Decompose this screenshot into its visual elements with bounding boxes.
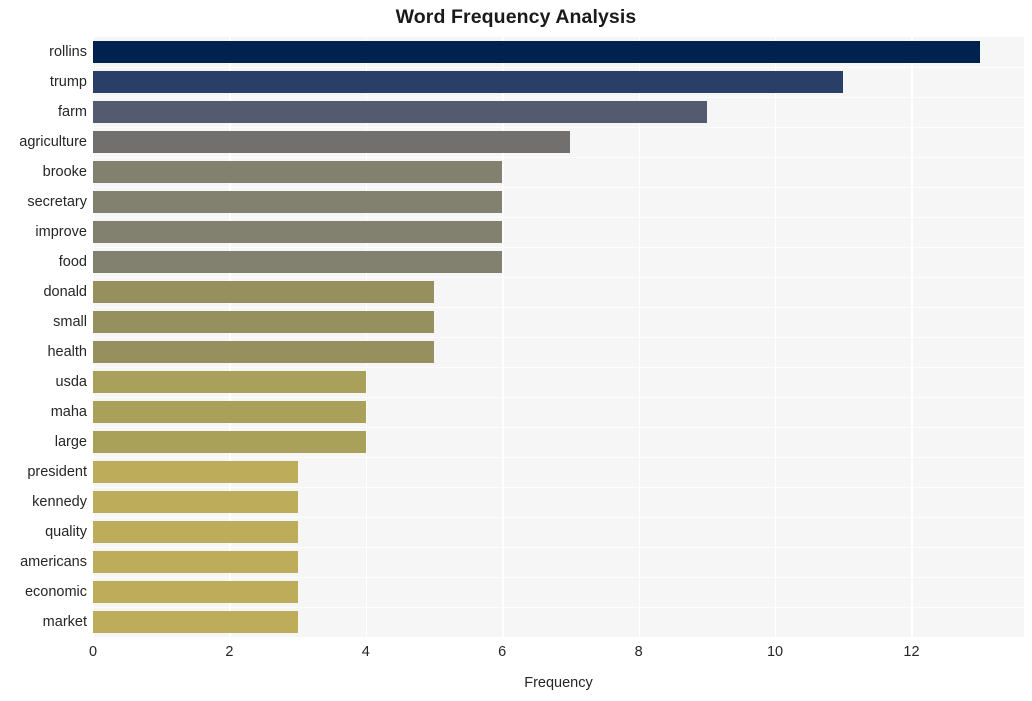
y-tick-label-health: health	[47, 344, 87, 360]
bar-agriculture	[93, 131, 571, 153]
x-axis-title: Frequency	[524, 675, 593, 691]
x-tick-label-8: 8	[634, 644, 643, 660]
y-tick-label-market: market	[42, 614, 87, 630]
x-tick-label-0: 0	[88, 644, 98, 660]
bar-usda	[93, 371, 366, 393]
x-tick-label-10: 10	[766, 644, 784, 660]
y-tick-label-food: food	[58, 254, 87, 270]
x-tick-label-6: 6	[498, 644, 507, 660]
x-axis: Frequency 0 2 4 6 8 10 12	[89, 637, 1024, 701]
y-tick-label-farm: farm	[58, 104, 87, 120]
bar-farm	[93, 101, 707, 123]
y-tick-label-brooke: brooke	[42, 164, 87, 180]
chart-figure: Word Frequency Analysis rollins trump farm…	[0, 0, 1032, 701]
bar-economic	[93, 581, 298, 603]
bar-food	[93, 251, 503, 273]
bar-improve	[93, 221, 503, 243]
bar-rollins	[93, 41, 980, 63]
x-tick-label-12: 12	[903, 644, 920, 660]
bar-trump	[93, 71, 844, 93]
y-tick-label-rollins: rollins	[49, 44, 87, 60]
y-tick-label-large: large	[54, 434, 87, 450]
bar-market	[93, 611, 298, 633]
bars-layer	[93, 37, 1024, 637]
bar-americans	[93, 551, 298, 573]
page-title: Word Frequency Analysis	[395, 6, 637, 28]
x-tick-label-4: 4	[361, 644, 370, 660]
bar-kennedy	[93, 491, 298, 513]
y-tick-label-donald: donald	[43, 284, 87, 300]
y-tick-label-small: small	[53, 314, 87, 330]
y-tick-label-agriculture: agriculture	[19, 134, 87, 150]
x-tick-label-2: 2	[225, 644, 234, 660]
y-tick-label-economic: economic	[24, 584, 87, 600]
bar-health	[93, 341, 435, 363]
y-tick-label-americans: americans	[20, 554, 87, 570]
y-tick-label-secretary: secretary	[27, 194, 87, 210]
y-tick-label-usda: usda	[55, 374, 87, 390]
bar-quality	[93, 521, 298, 543]
y-tick-label-maha: maha	[50, 404, 87, 420]
bar-president	[93, 461, 298, 483]
bar-small	[93, 311, 435, 333]
y-tick-label-improve: improve	[35, 224, 87, 240]
bar-secretary	[93, 191, 503, 213]
y-axis: rollins trump farm agriculture brooke secreta…	[0, 37, 87, 637]
plot-area	[93, 37, 1024, 637]
y-tick-label-quality: quality	[45, 524, 87, 540]
y-tick-label-kennedy: kennedy	[32, 494, 87, 510]
y-tick-label-president: president	[27, 464, 87, 480]
y-tick-label-trump: trump	[49, 74, 87, 90]
bar-maha	[93, 401, 366, 423]
bar-large	[93, 431, 366, 453]
bar-brooke	[93, 161, 503, 183]
bar-donald	[93, 281, 435, 303]
